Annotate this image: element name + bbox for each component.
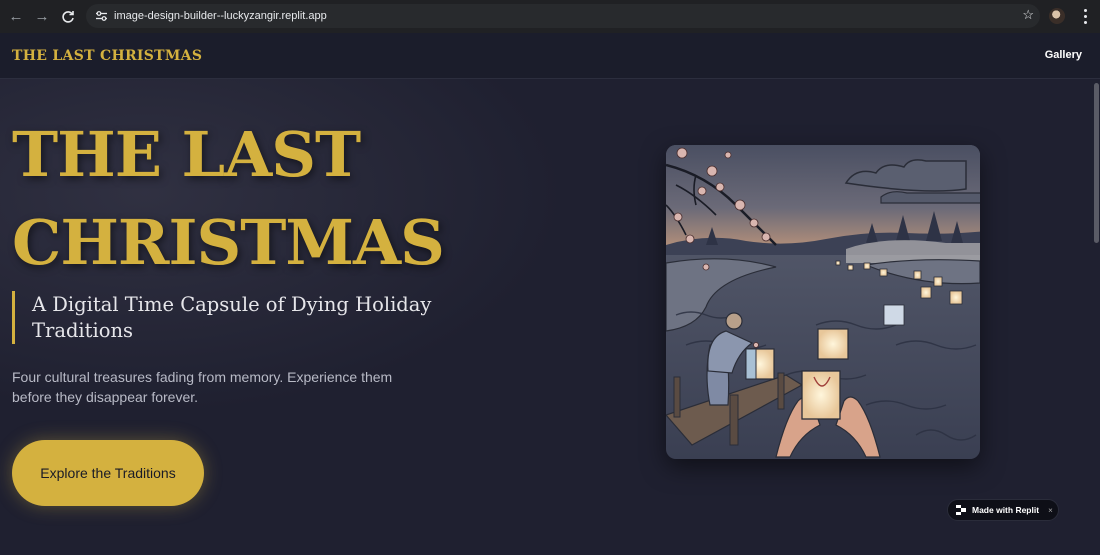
address-bar[interactable]: image-design-builder--luckyzangir.replit… <box>86 4 1040 28</box>
url-text[interactable]: image-design-builder--luckyzangir.replit… <box>114 10 327 22</box>
more-menu-icon[interactable] <box>1079 7 1091 25</box>
brand-logo[interactable]: THE LAST CHRISTMAS <box>12 48 202 64</box>
replit-logo-icon <box>956 505 966 515</box>
made-with-replit-badge[interactable]: Made with Replit × <box>947 499 1059 521</box>
reload-icon[interactable] <box>55 4 81 30</box>
profile-avatar[interactable] <box>1049 8 1065 24</box>
nav-gallery-link[interactable]: Gallery <box>1045 49 1082 61</box>
browser-toolbar: ← → image-design-builder--luckyzangir.re… <box>0 0 1100 33</box>
star-icon[interactable]: ☆ <box>1022 7 1034 23</box>
hero-title-line2: CHRISTMAS <box>12 206 445 279</box>
hero-title: THE LAST CHRISTMAS <box>12 111 532 287</box>
site-header: THE LAST CHRISTMAS Gallery <box>0 33 1100 79</box>
scrollbar-thumb[interactable] <box>1094 83 1099 243</box>
hero-illustration <box>666 145 980 459</box>
back-arrow-icon[interactable]: ← <box>3 4 29 30</box>
close-icon[interactable]: × <box>1048 506 1053 515</box>
hero-description: Four cultural treasures fading from memo… <box>12 369 393 405</box>
badge-label: Made with Replit <box>972 505 1040 515</box>
site-settings-icon[interactable] <box>90 5 112 27</box>
scrollbar[interactable] <box>1093 79 1100 555</box>
hero-title-line1: THE LAST <box>12 118 361 191</box>
hero-subtitle: A Digital Time Capsule of Dying Holiday … <box>12 291 452 344</box>
page: THE LAST CHRISTMAS Gallery THE LAST CHRI… <box>0 33 1100 555</box>
explore-traditions-button[interactable]: Explore the Traditions <box>12 440 204 506</box>
forward-arrow-icon[interactable]: → <box>29 4 55 30</box>
